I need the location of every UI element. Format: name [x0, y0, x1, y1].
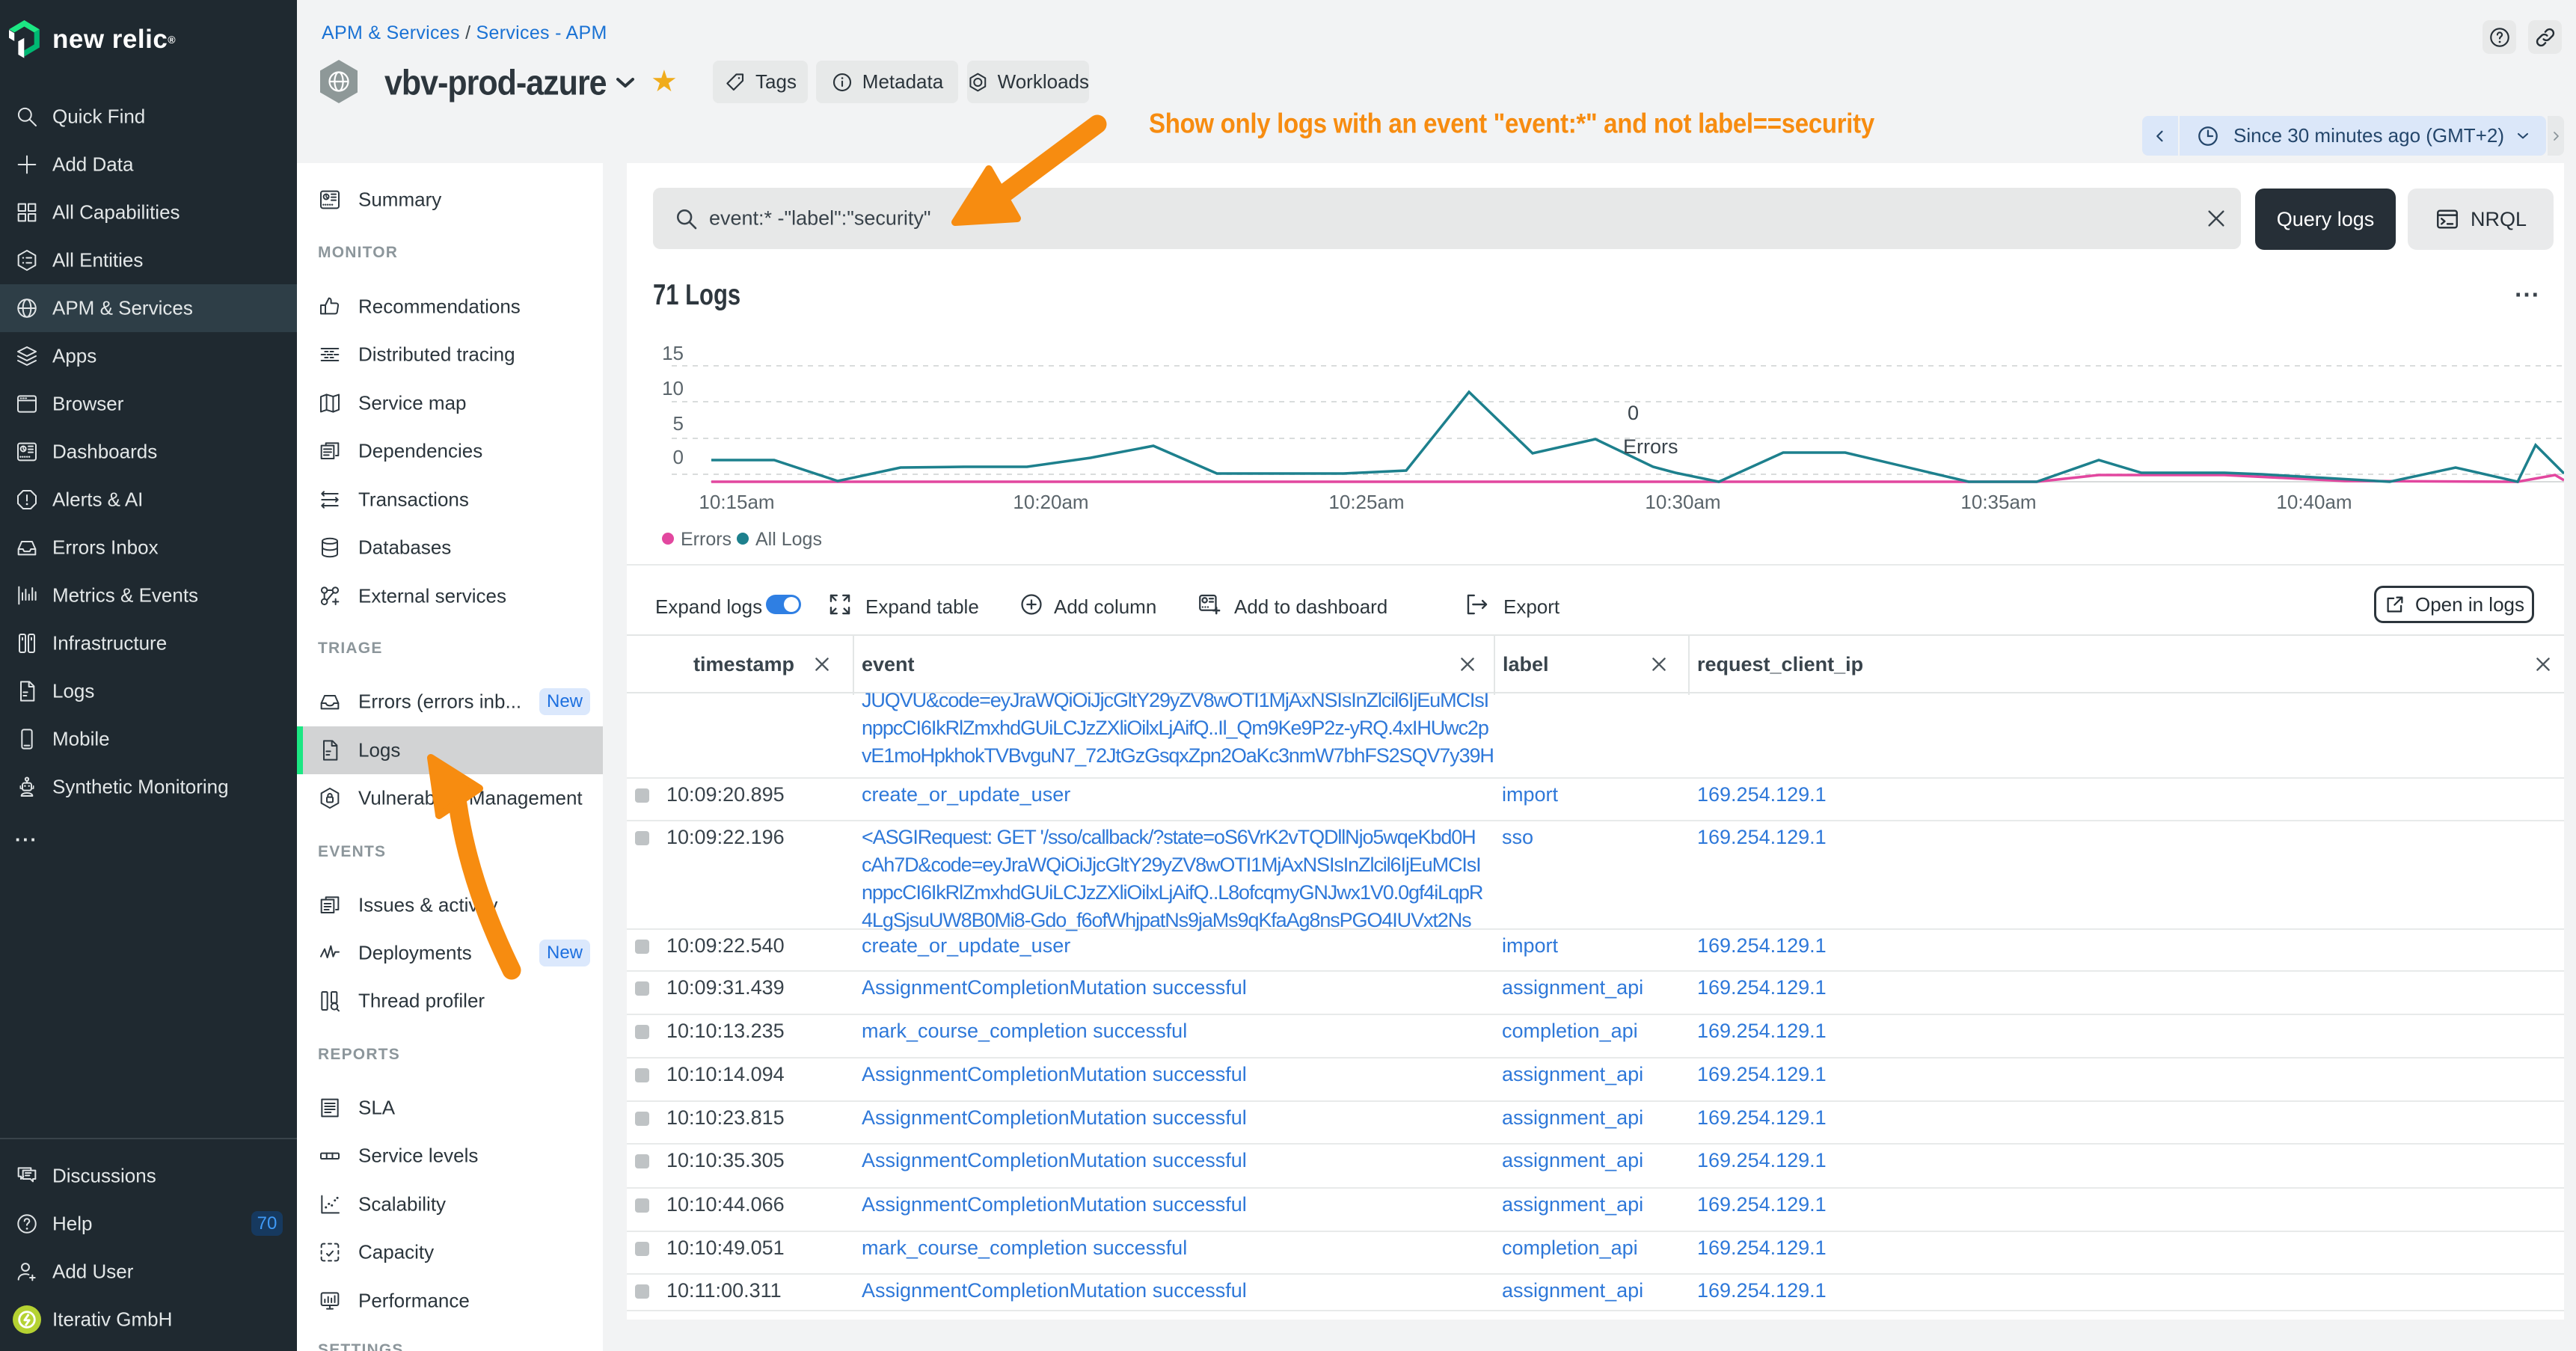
svg-text:10:30am: 10:30am: [1645, 491, 1720, 513]
svg-text:Errors: Errors: [681, 529, 732, 550]
svg-text:10:40am: 10:40am: [2276, 491, 2352, 513]
svg-text:All Logs: All Logs: [755, 529, 822, 550]
svg-text:0: 0: [673, 446, 684, 468]
svg-text:5: 5: [673, 412, 684, 435]
svg-text:15: 15: [662, 342, 684, 364]
svg-text:10:35am: 10:35am: [1960, 491, 2036, 513]
svg-text:0: 0: [1628, 402, 1639, 424]
svg-text:10:20am: 10:20am: [1013, 491, 1088, 513]
svg-text:10:15am: 10:15am: [699, 491, 774, 513]
svg-text:10:25am: 10:25am: [1328, 491, 1404, 513]
svg-text:Errors: Errors: [1623, 435, 1678, 458]
svg-text:10: 10: [662, 377, 684, 399]
